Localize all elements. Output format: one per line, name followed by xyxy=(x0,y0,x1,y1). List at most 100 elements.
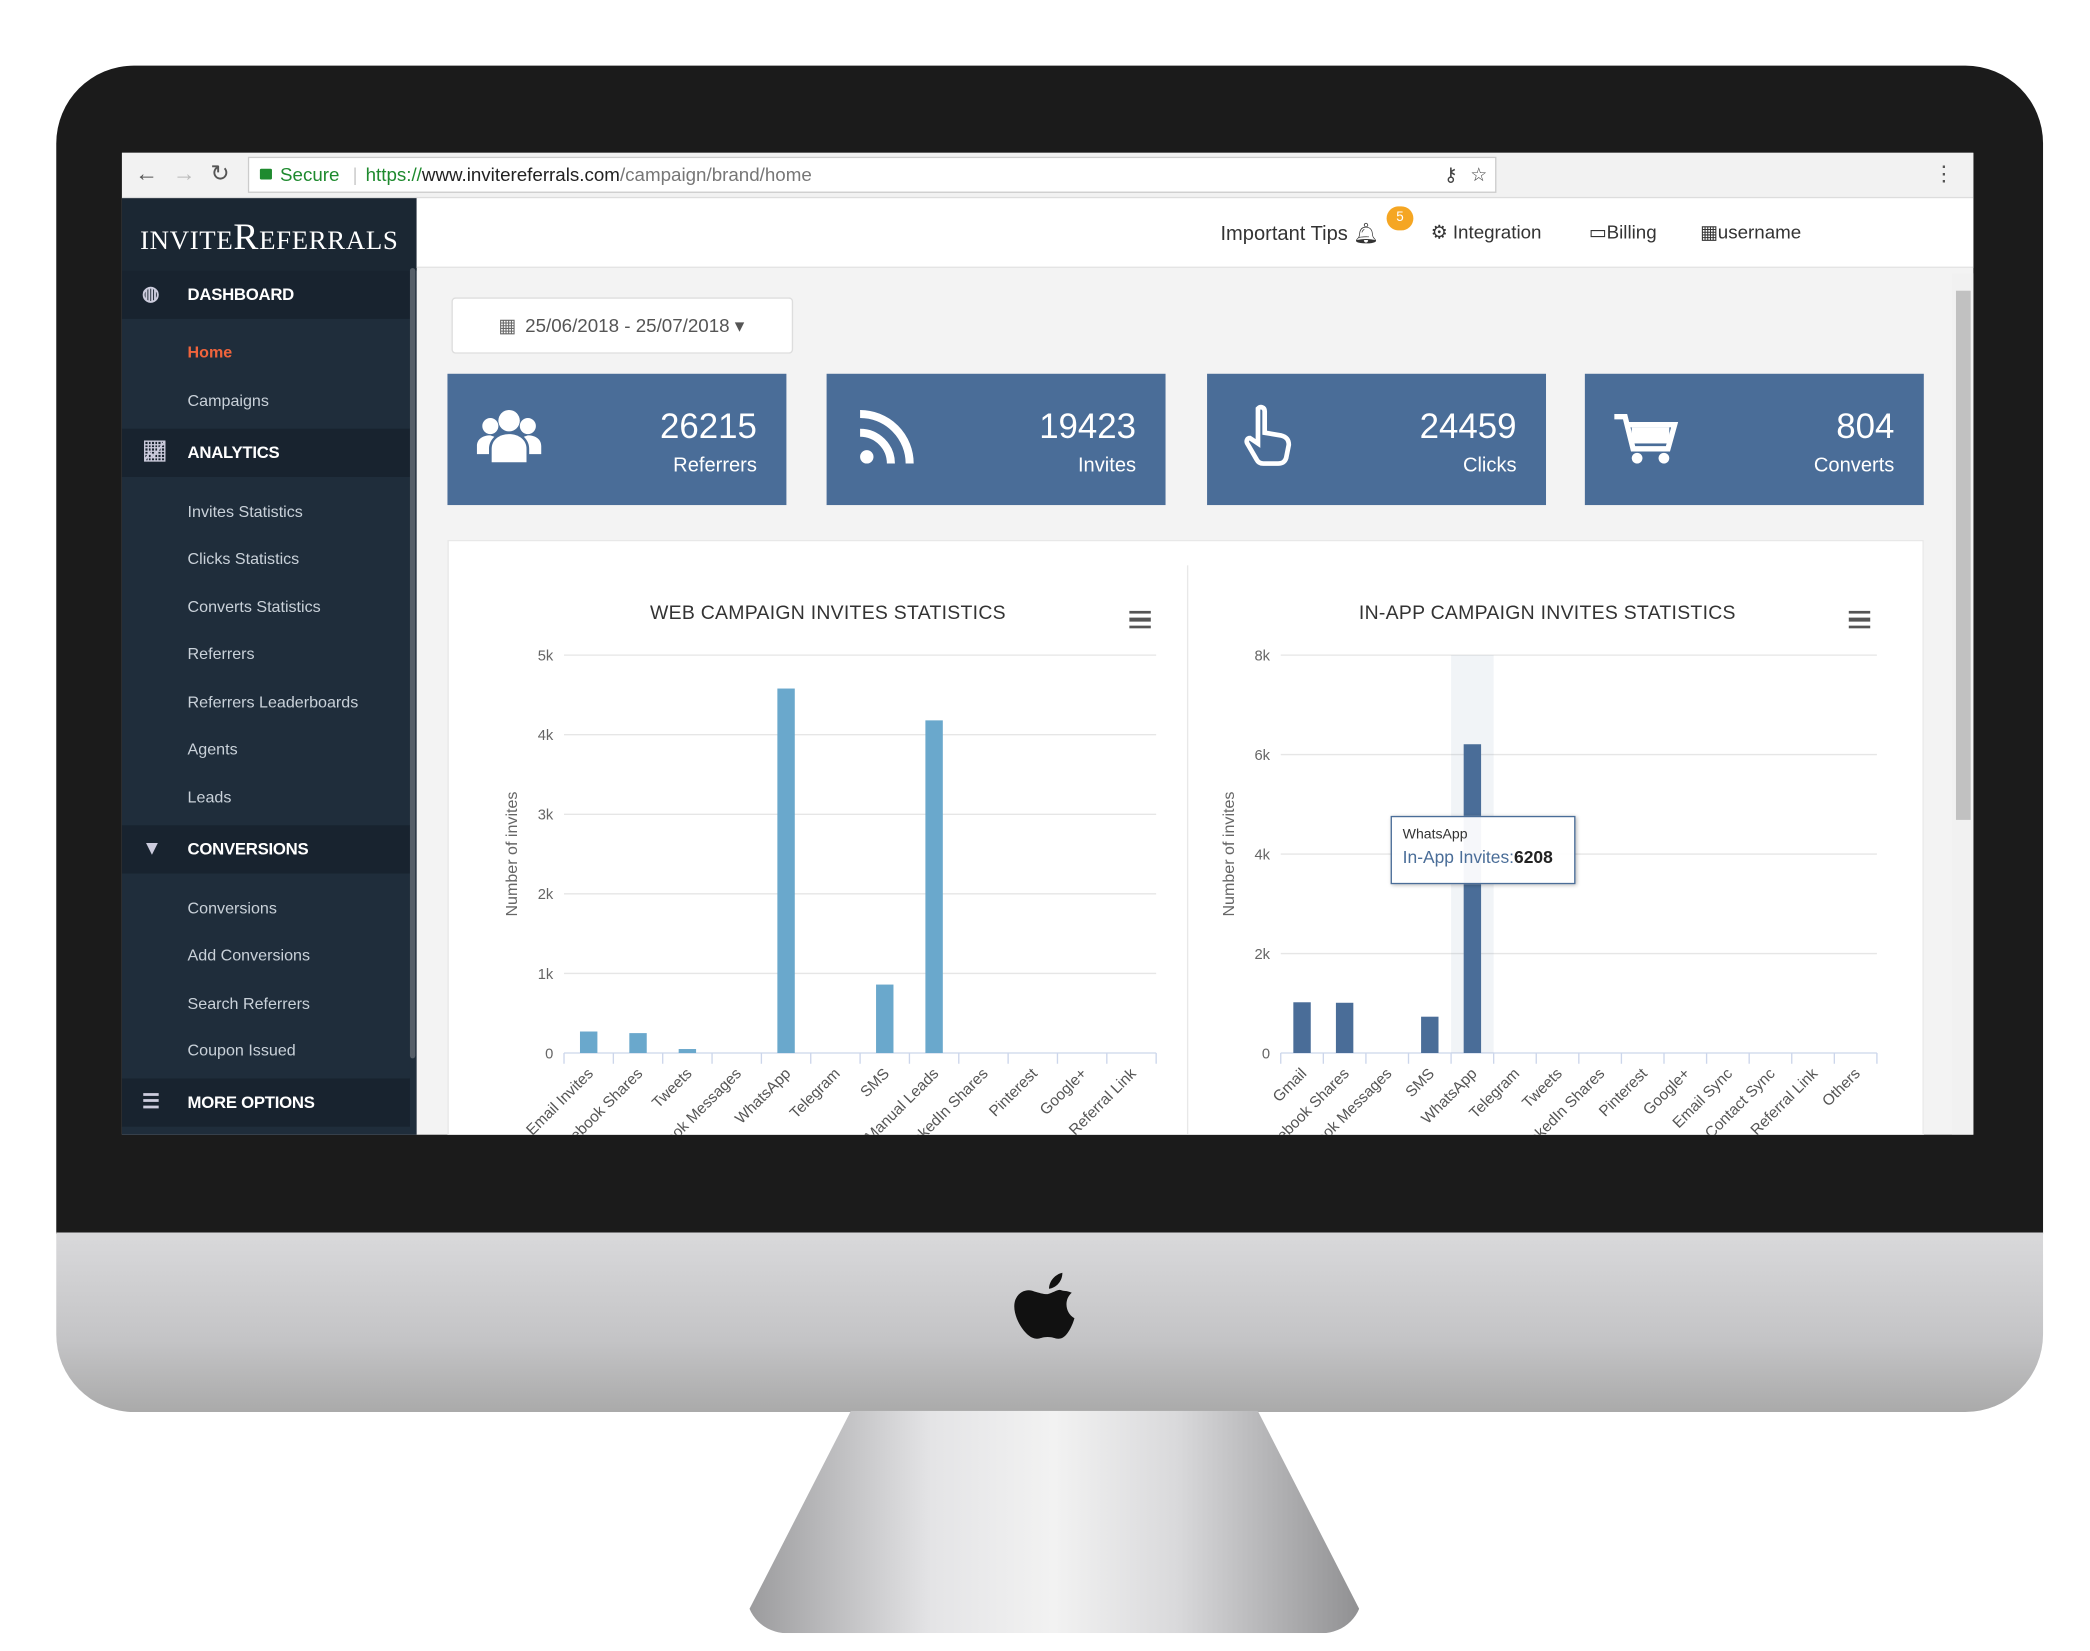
integration-link[interactable]: ⚙ Integration xyxy=(1431,221,1542,244)
page-scrollbar-thumb[interactable] xyxy=(1955,290,1971,820)
stat-value: 24459 xyxy=(1419,405,1517,447)
bar xyxy=(1421,1016,1439,1054)
stat-value: 19423 xyxy=(1039,405,1137,447)
sidebar-item-agents[interactable]: Agents xyxy=(188,740,238,759)
y-tick-label: 4k xyxy=(1254,847,1270,863)
sidebar-item-referrers-leaderboards[interactable]: Referrers Leaderboards xyxy=(188,693,359,712)
integration-label: Integration xyxy=(1452,221,1542,243)
grid-icon: ▦ xyxy=(1700,221,1718,243)
sidebar-item-campaigns[interactable]: Campaigns xyxy=(188,391,269,410)
rss-icon xyxy=(859,409,914,464)
bar xyxy=(629,1033,647,1054)
y-tick-label: 4k xyxy=(538,728,554,744)
star-bookmark-icon[interactable]: ☆ xyxy=(1470,158,1487,191)
date-range-picker[interactable]: ▦ 25/06/2018 - 25/07/2018 ▾ xyxy=(451,297,794,354)
x-tick-label: Telegram xyxy=(787,1065,844,1122)
x-tick-label: Others xyxy=(1819,1065,1864,1110)
y-tick-label: 8k xyxy=(1254,648,1270,664)
sidebar-section-more-options[interactable]: ☰ MORE OPTIONS xyxy=(121,1078,410,1127)
date-range-value: 25/06/2018 - 25/07/2018 xyxy=(525,314,730,337)
stat-card-invites[interactable]: 19423 Invites xyxy=(826,373,1166,506)
bar xyxy=(876,984,894,1054)
sidebar-section-dashboard[interactable]: ◍ DASHBOARD xyxy=(121,270,410,319)
username-label: username xyxy=(1717,221,1802,243)
stat-card-converts[interactable]: 804 Converts xyxy=(1584,373,1924,506)
y-tick-label: 6k xyxy=(1254,748,1270,764)
x-tick-label: Pinterest xyxy=(986,1065,1041,1120)
y-axis-label: Number of invites xyxy=(1220,792,1238,917)
credit-card-icon: ▭ xyxy=(1588,221,1607,243)
y-axis-label: Number of invites xyxy=(503,792,521,917)
url-protocol: https:// xyxy=(365,163,422,185)
caret-down-icon: ▾ xyxy=(734,314,745,337)
bell-icon: 🔔︎ xyxy=(1353,222,1379,246)
screen: ← → ↻ Secure | https://www.invitereferral… xyxy=(121,152,1974,1135)
gear-icon: ⚙ xyxy=(1430,221,1448,243)
sidebar-section-analytics[interactable]: 📈︎ ANALYTICS xyxy=(121,428,410,477)
bar xyxy=(925,720,943,1054)
tooltip-category: WhatsApp xyxy=(1402,826,1468,843)
bar xyxy=(777,688,795,1054)
logo: INVITEREFERRALS xyxy=(121,198,417,271)
y-tick-label: 0 xyxy=(1262,1046,1270,1062)
monitor-chin xyxy=(56,1232,2044,1413)
users-icon xyxy=(476,409,542,463)
bar xyxy=(579,1031,598,1054)
address-bar[interactable]: Secure | https://www.invitereferrals.com/… xyxy=(247,156,1497,193)
stat-label: Converts xyxy=(1813,454,1895,477)
sidebar-item-leads[interactable]: Leads xyxy=(188,788,232,807)
x-tick-label: SMS xyxy=(857,1065,893,1101)
billing-link[interactable]: ▭Billing xyxy=(1589,221,1657,244)
sidebar-item-converts-statistics[interactable]: Converts Statistics xyxy=(188,598,321,617)
x-tick-label: Gmail xyxy=(1270,1065,1310,1105)
sidebar-item-invites-statistics[interactable]: Invites Statistics xyxy=(188,502,303,521)
bar xyxy=(1293,1002,1311,1054)
reload-icon[interactable]: ↻ xyxy=(210,161,229,188)
key-icon[interactable]: ⚷ xyxy=(1444,158,1458,191)
sidebar-scrollbar[interactable] xyxy=(409,267,416,1059)
sidebar: INVITEREFERRALS ◍ DASHBOARD Home Campaign… xyxy=(121,198,417,1135)
apple-logo-icon xyxy=(1014,1272,1075,1339)
sidebar-item-search-referrers[interactable]: Search Referrers xyxy=(188,994,310,1013)
tips-label: Important Tips xyxy=(1220,222,1348,246)
y-tick-label: 1k xyxy=(538,967,554,983)
pointer-hand-icon xyxy=(1244,404,1292,466)
sidebar-item-clicks-statistics[interactable]: Clicks Statistics xyxy=(188,549,300,568)
sidebar-item-conversions[interactable]: Conversions xyxy=(188,899,277,918)
sidebar-item-home[interactable]: Home xyxy=(188,343,233,362)
lock-icon xyxy=(259,168,272,180)
forward-arrow-icon[interactable]: → xyxy=(173,161,196,188)
filter-icon: ▼ xyxy=(142,837,162,861)
x-tick-label: SMS xyxy=(1402,1065,1438,1101)
section-label: DASHBOARD xyxy=(187,285,295,305)
web-invites-chart: 01k2k3k4k5kNumber of invitesEmail Invite… xyxy=(503,648,1157,1135)
y-tick-label: 5k xyxy=(538,648,554,664)
section-label: MORE OPTIONS xyxy=(187,1093,315,1112)
user-menu[interactable]: ▦username xyxy=(1700,221,1801,244)
important-tips-link[interactable]: Important Tips 🔔︎ xyxy=(1220,221,1378,245)
bar xyxy=(678,1049,697,1054)
tooltip-series: In-App Invites xyxy=(1402,846,1510,867)
browser-menu-icon[interactable]: ⋮ xyxy=(1933,161,1954,188)
stat-value: 26215 xyxy=(660,405,757,447)
dashboard-icon: ◍ xyxy=(142,282,160,306)
back-arrow-icon[interactable]: ← xyxy=(135,161,158,188)
stat-value: 804 xyxy=(1836,405,1895,447)
bar xyxy=(1463,744,1482,1054)
stat-card-clicks[interactable]: 24459 Clicks xyxy=(1207,373,1547,506)
sidebar-section-conversions[interactable]: ▼ CONVERSIONS xyxy=(121,825,410,874)
shopping-cart-icon xyxy=(1614,413,1679,464)
sidebar-item-add-conversions[interactable]: Add Conversions xyxy=(188,946,310,965)
stat-card-referrers[interactable]: 26215 Referrers xyxy=(447,373,787,506)
sidebar-item-referrers[interactable]: Referrers xyxy=(188,644,255,663)
chart-tooltip: WhatsApp In-App Invites:6208 xyxy=(1390,815,1576,885)
sidebar-item-coupon-issued[interactable]: Coupon Issued xyxy=(188,1041,296,1060)
x-tick-label: Tweets xyxy=(649,1065,696,1112)
secure-label: Secure xyxy=(279,163,340,185)
stat-label: Clicks xyxy=(1462,454,1517,477)
section-label: CONVERSIONS xyxy=(187,839,309,859)
stat-label: Invites xyxy=(1077,454,1137,477)
bar xyxy=(1335,1002,1354,1054)
tooltip-value: 6208 xyxy=(1514,846,1553,867)
tips-count-badge: 5 xyxy=(1386,206,1414,231)
